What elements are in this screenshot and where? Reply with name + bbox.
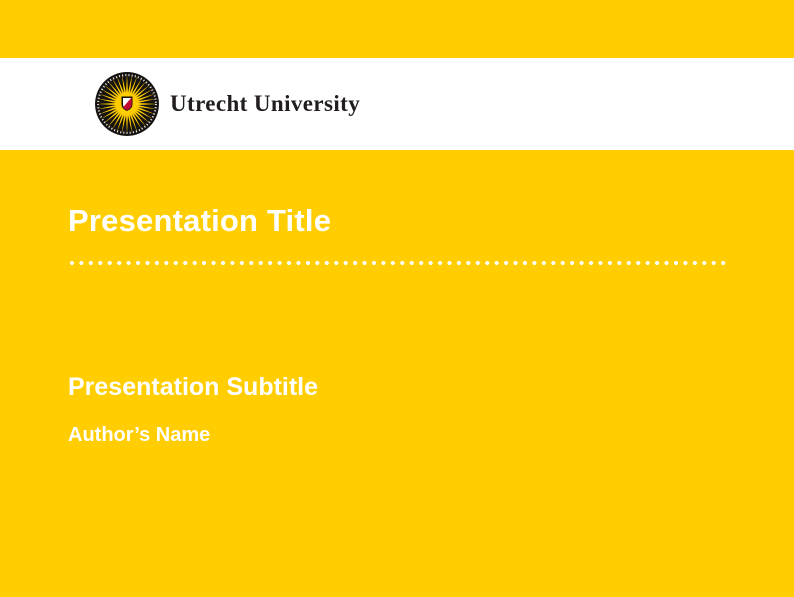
- title-block: Presentation Title Presentation Subtitle…: [68, 150, 734, 445]
- presentation-title: Presentation Title: [68, 205, 734, 236]
- title-slide: Utrecht University Presentation Title Pr…: [0, 0, 794, 597]
- dotted-divider: [68, 259, 730, 267]
- logo-wordmark: Utrecht University: [170, 91, 360, 117]
- presentation-subtitle: Presentation Subtitle: [68, 375, 734, 400]
- utrecht-sun-emblem-icon: [93, 70, 161, 138]
- author-name: Author’s Name: [68, 425, 734, 445]
- utrecht-university-logo: Utrecht University: [93, 70, 360, 138]
- utrecht-shield-icon: [122, 97, 132, 110]
- logo-band: Utrecht University: [0, 58, 794, 150]
